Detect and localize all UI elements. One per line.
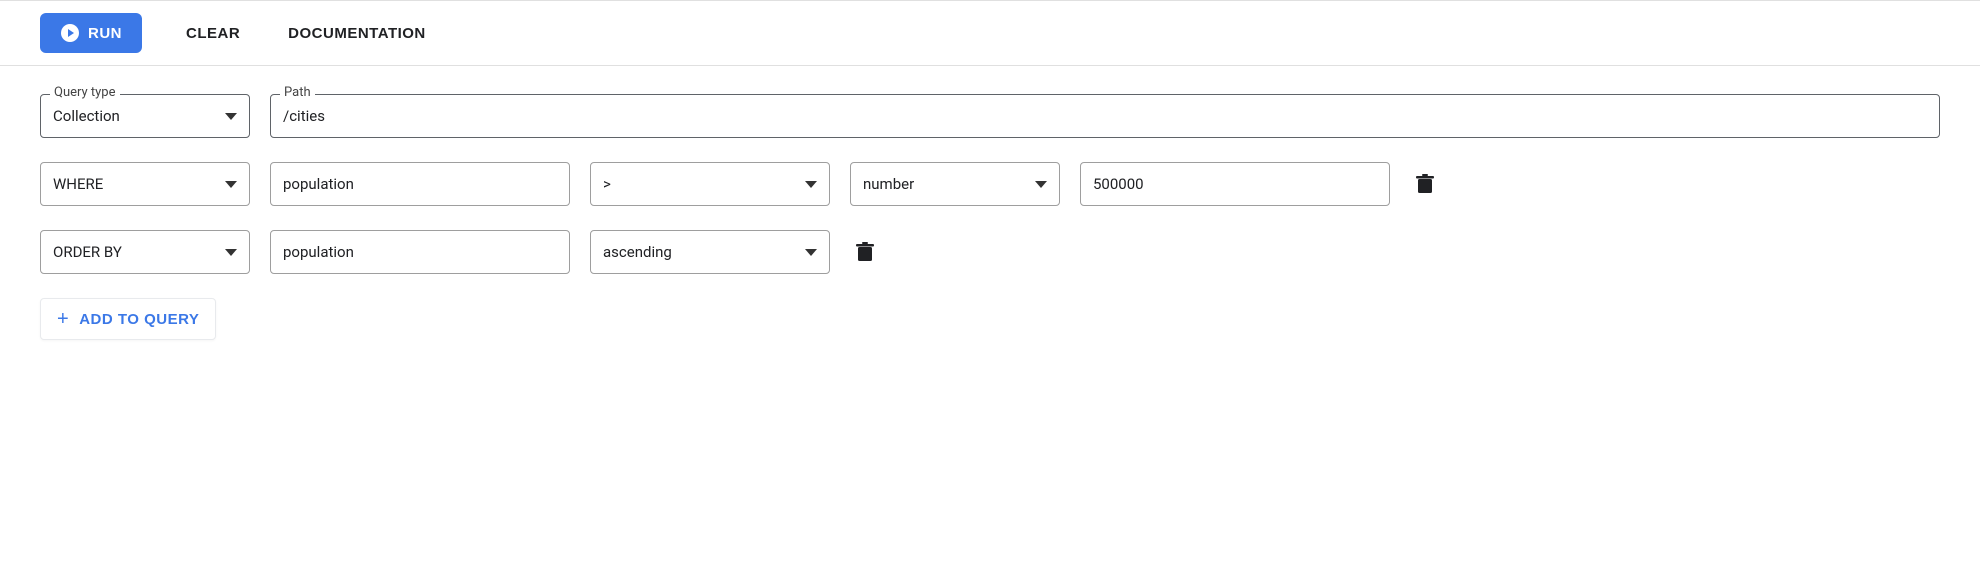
where-field-input-wrap[interactable]: [270, 162, 570, 206]
chevron-down-icon: [225, 249, 237, 256]
trash-icon: [1416, 174, 1434, 194]
path-label: Path: [280, 85, 315, 100]
chevron-down-icon: [225, 181, 237, 188]
orderby-clause-select[interactable]: ORDER BY: [40, 230, 250, 274]
plus-icon: +: [57, 309, 69, 329]
where-field-input[interactable]: [283, 175, 557, 193]
where-value-input[interactable]: [1093, 175, 1377, 193]
chevron-down-icon: [1035, 181, 1047, 188]
chevron-down-icon: [225, 113, 237, 120]
path-input[interactable]: [283, 107, 1927, 125]
orderby-direction-select[interactable]: ascending: [590, 230, 830, 274]
query-header-row: Query type Collection Path: [40, 94, 1940, 138]
toolbar: RUN CLEAR DOCUMENTATION: [0, 0, 1980, 66]
play-icon: [60, 23, 80, 43]
add-to-query-label: ADD TO QUERY: [79, 311, 199, 328]
where-operator-select[interactable]: >: [590, 162, 830, 206]
query-type-label: Query type: [50, 85, 120, 100]
where-clause-select[interactable]: WHERE: [40, 162, 250, 206]
orderby-direction-value: ascending: [603, 243, 672, 261]
orderby-row: ORDER BY ascending: [40, 230, 1940, 274]
run-button[interactable]: RUN: [40, 13, 142, 53]
where-row: WHERE > number: [40, 162, 1940, 206]
where-type-value: number: [863, 175, 914, 193]
query-type-value: Collection: [53, 107, 120, 125]
where-type-select[interactable]: number: [850, 162, 1060, 206]
delete-orderby-button[interactable]: [850, 230, 880, 274]
query-builder: Query type Collection Path WHERE > numbe…: [0, 66, 1980, 380]
path-input-wrap[interactable]: [270, 94, 1940, 138]
orderby-field-input[interactable]: [283, 243, 557, 261]
query-type-select[interactable]: Collection: [40, 94, 250, 138]
documentation-button[interactable]: DOCUMENTATION: [284, 19, 430, 48]
chevron-down-icon: [805, 181, 817, 188]
trash-icon: [856, 242, 874, 262]
orderby-clause-value: ORDER BY: [53, 243, 122, 261]
query-type-field: Query type Collection: [40, 94, 250, 138]
orderby-field-input-wrap[interactable]: [270, 230, 570, 274]
where-operator-value: >: [603, 175, 611, 193]
where-value-input-wrap[interactable]: [1080, 162, 1390, 206]
run-label: RUN: [88, 25, 122, 42]
add-to-query-button[interactable]: + ADD TO QUERY: [40, 298, 216, 340]
where-clause-value: WHERE: [53, 175, 103, 193]
path-field: Path: [270, 94, 1940, 138]
chevron-down-icon: [805, 249, 817, 256]
clear-button[interactable]: CLEAR: [182, 19, 244, 48]
delete-where-button[interactable]: [1410, 162, 1440, 206]
